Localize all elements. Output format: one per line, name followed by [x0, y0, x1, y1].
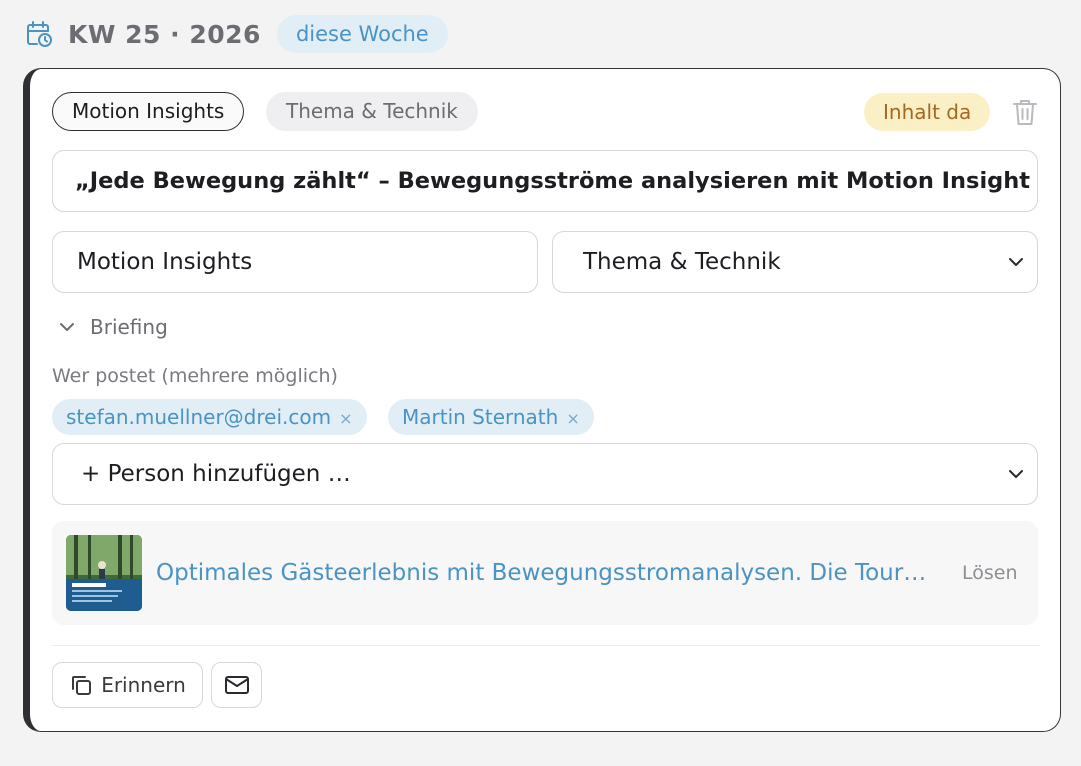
title-input[interactable]: „Jede Bewegung zählt“ – Bewegungsströme … [52, 150, 1038, 212]
briefing-label: Briefing [90, 315, 168, 339]
topic-select-value: Thema & Technik [583, 249, 781, 275]
week-label: KW 25 · 2026 [68, 19, 261, 49]
remove-poster-icon[interactable]: × [566, 409, 579, 428]
product-input[interactable]: Motion Insights [52, 231, 538, 293]
week-header: KW 25 · 2026 diese Woche [24, 14, 448, 54]
email-button[interactable] [211, 662, 262, 708]
topic-pill[interactable]: Thema & Technik [266, 92, 478, 131]
category-pill[interactable]: Motion Insights [52, 92, 245, 131]
remind-button[interactable]: Erinnern [52, 662, 203, 708]
mail-icon [224, 676, 249, 694]
poster-chip: stefan.muellner@drei.com × [52, 399, 367, 435]
title-text: „Jede Bewegung zählt“ – Bewegungsströme … [75, 168, 1031, 194]
article-thumbnail [66, 535, 142, 611]
poster-chip: Martin Sternath × [388, 399, 594, 435]
unlink-button[interactable]: Lösen [962, 562, 1018, 584]
topic-select[interactable]: Thema & Technik [552, 231, 1038, 293]
chevron-down-icon [56, 316, 78, 338]
add-person-select[interactable]: + Person hinzufügen … [52, 443, 1038, 505]
status-badge: Inhalt da [864, 93, 991, 131]
chevron-down-icon [1005, 463, 1027, 485]
calendar-clock-icon [24, 19, 54, 49]
divider [52, 645, 1040, 646]
week-badge: diese Woche [276, 15, 448, 53]
briefing-toggle[interactable]: Briefing [56, 315, 168, 339]
remind-label: Erinnern [101, 673, 186, 697]
add-person-label: + Person hinzufügen … [81, 461, 351, 487]
linked-article: Optimales Gästeerlebnis mit Bewegungsstr… [52, 521, 1038, 625]
article-link[interactable]: Optimales Gästeerlebnis mit Bewegungsstr… [156, 560, 946, 586]
product-input-value: Motion Insights [77, 249, 253, 275]
poster-chip-label: stefan.muellner@drei.com [66, 405, 332, 429]
poster-chip-label: Martin Sternath [402, 405, 559, 429]
copy-icon [72, 676, 92, 695]
trash-icon [1013, 100, 1037, 125]
remove-poster-icon[interactable]: × [339, 409, 352, 428]
content-card: Motion Insights Thema & Technik Inhalt d… [23, 68, 1061, 732]
chevron-down-icon [1005, 251, 1027, 273]
delete-button[interactable] [1010, 95, 1040, 129]
posters-label: Wer postet (mehrere möglich) [52, 365, 338, 387]
